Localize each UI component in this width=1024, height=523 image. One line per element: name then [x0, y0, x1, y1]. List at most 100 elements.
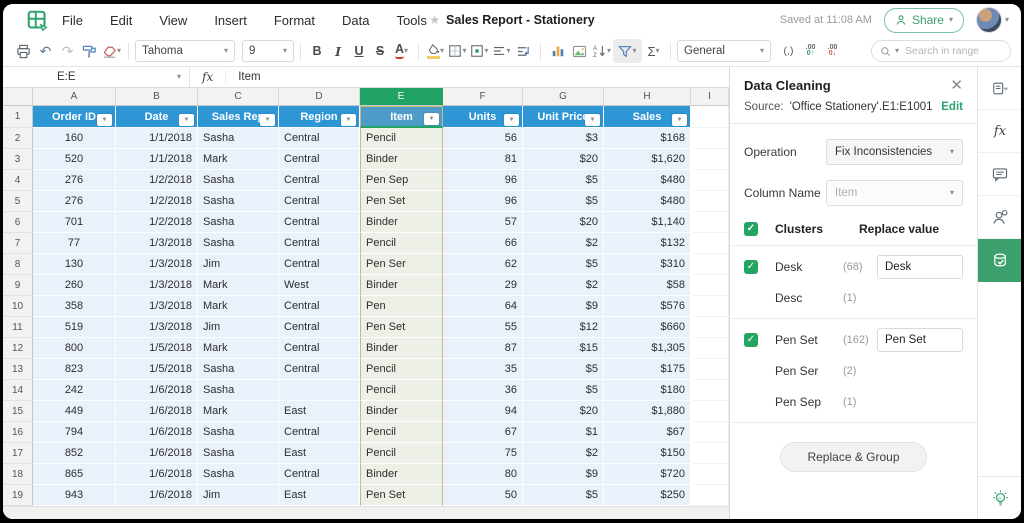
- cell[interactable]: 800: [33, 338, 116, 359]
- cell[interactable]: 87: [443, 338, 523, 359]
- column-header-E[interactable]: E: [360, 88, 443, 106]
- cell[interactable]: 1/6/2018: [116, 485, 198, 506]
- cell[interactable]: Central: [279, 359, 360, 380]
- cell[interactable]: $5: [523, 359, 604, 380]
- cell[interactable]: $576: [604, 296, 691, 317]
- empty-cell[interactable]: [691, 149, 729, 170]
- cell[interactable]: Central: [279, 233, 360, 254]
- cell[interactable]: 1/6/2018: [116, 443, 198, 464]
- cell[interactable]: $132: [604, 233, 691, 254]
- cluster-checkbox[interactable]: ✓: [744, 333, 758, 347]
- cell[interactable]: $310: [604, 254, 691, 275]
- cell[interactable]: Pen: [360, 296, 443, 317]
- cell[interactable]: 96: [443, 191, 523, 212]
- cell[interactable]: $20: [523, 401, 604, 422]
- menu-item-tools[interactable]: Tools: [396, 13, 426, 28]
- cell[interactable]: $720: [604, 464, 691, 485]
- empty-cell[interactable]: [691, 233, 729, 254]
- cell[interactable]: Sasha: [198, 422, 279, 443]
- empty-cell[interactable]: [691, 170, 729, 191]
- row-header-5[interactable]: 5: [3, 191, 33, 212]
- cell[interactable]: 62: [443, 254, 523, 275]
- app-logo-icon[interactable]: [27, 10, 48, 31]
- cell[interactable]: $1,140: [604, 212, 691, 233]
- header-cell-date[interactable]: Date▼: [116, 106, 198, 128]
- empty-cell[interactable]: [691, 212, 729, 233]
- filter-dropdown-icon[interactable]: ▼: [504, 114, 519, 126]
- header-cell-unit-price[interactable]: Unit Price▼: [523, 106, 604, 128]
- empty-cell[interactable]: [691, 359, 729, 380]
- cell[interactable]: Binder: [360, 464, 443, 485]
- cell[interactable]: Pen Set: [360, 317, 443, 338]
- cell[interactable]: 260: [33, 275, 116, 296]
- filter-dropdown-icon[interactable]: ▼: [585, 114, 600, 126]
- search-input[interactable]: [903, 44, 987, 58]
- cell[interactable]: $480: [604, 170, 691, 191]
- cell[interactable]: 519: [33, 317, 116, 338]
- empty-cell[interactable]: [691, 191, 729, 212]
- cell[interactable]: Sasha: [198, 212, 279, 233]
- cell[interactable]: Central: [279, 170, 360, 191]
- user-menu[interactable]: ▾: [976, 7, 1009, 33]
- cell[interactable]: Mark: [198, 149, 279, 170]
- cell[interactable]: $2: [523, 275, 604, 296]
- menu-item-format[interactable]: Format: [274, 13, 315, 28]
- row-header-2[interactable]: 2: [3, 128, 33, 149]
- cell[interactable]: $175: [604, 359, 691, 380]
- operation-select[interactable]: Fix Inconsistencies ▾: [826, 139, 963, 165]
- column-header-G[interactable]: G: [523, 88, 604, 106]
- cell[interactable]: Binder: [360, 149, 443, 170]
- fill-color-button[interactable]: ▾: [425, 39, 446, 63]
- cell[interactable]: $250: [604, 485, 691, 506]
- header-cell-units[interactable]: Units▼: [443, 106, 523, 128]
- cell[interactable]: 276: [33, 191, 116, 212]
- cell[interactable]: Sasha: [198, 191, 279, 212]
- cell[interactable]: 66: [443, 233, 523, 254]
- cell[interactable]: 50: [443, 485, 523, 506]
- document-title[interactable]: Sales Report - Stationery: [446, 13, 595, 27]
- empty-cell[interactable]: [691, 380, 729, 401]
- header-cell-region[interactable]: Region▼: [279, 106, 360, 128]
- clear-format-button[interactable]: ▾: [101, 39, 122, 63]
- row-header-11[interactable]: 11: [3, 317, 33, 338]
- cell[interactable]: 1/3/2018: [116, 296, 198, 317]
- cell[interactable]: 794: [33, 422, 116, 443]
- cell[interactable]: $20: [523, 149, 604, 170]
- row-header-3[interactable]: 3: [3, 149, 33, 170]
- zia-insights-button[interactable]: ⚛: [978, 476, 1021, 519]
- collaborators-button[interactable]: [978, 196, 1021, 239]
- share-button[interactable]: Share ▾: [884, 8, 964, 33]
- cell[interactable]: 1/2/2018: [116, 212, 198, 233]
- cell[interactable]: $20: [523, 212, 604, 233]
- empty-cell[interactable]: [691, 106, 729, 128]
- cell[interactable]: Central: [279, 296, 360, 317]
- cell[interactable]: 64: [443, 296, 523, 317]
- font-color-button[interactable]: A ▾: [391, 39, 412, 63]
- cell[interactable]: $67: [604, 422, 691, 443]
- cell[interactable]: Jim: [198, 254, 279, 275]
- column-header-I[interactable]: I: [691, 88, 729, 106]
- cell[interactable]: 943: [33, 485, 116, 506]
- cell[interactable]: $2: [523, 443, 604, 464]
- row-header-6[interactable]: 6: [3, 212, 33, 233]
- cell[interactable]: Central: [279, 191, 360, 212]
- row-header-8[interactable]: 8: [3, 254, 33, 275]
- row-header-14[interactable]: 14: [3, 380, 33, 401]
- cell[interactable]: Sasha: [198, 233, 279, 254]
- cell[interactable]: 96: [443, 170, 523, 191]
- cell[interactable]: $5: [523, 170, 604, 191]
- cell[interactable]: $5: [523, 485, 604, 506]
- cell[interactable]: $660: [604, 317, 691, 338]
- close-icon[interactable]: ✕: [950, 78, 963, 93]
- menu-item-data[interactable]: Data: [342, 13, 369, 28]
- empty-cell[interactable]: [691, 485, 729, 506]
- cell[interactable]: 56: [443, 128, 523, 149]
- cell[interactable]: $3: [523, 128, 604, 149]
- cell[interactable]: $1,305: [604, 338, 691, 359]
- cell[interactable]: $2: [523, 233, 604, 254]
- cell[interactable]: $9: [523, 296, 604, 317]
- row-header-1[interactable]: 1: [3, 106, 33, 128]
- cell[interactable]: 520: [33, 149, 116, 170]
- cell[interactable]: East: [279, 443, 360, 464]
- decrease-decimal-button[interactable]: .000↓: [822, 39, 843, 63]
